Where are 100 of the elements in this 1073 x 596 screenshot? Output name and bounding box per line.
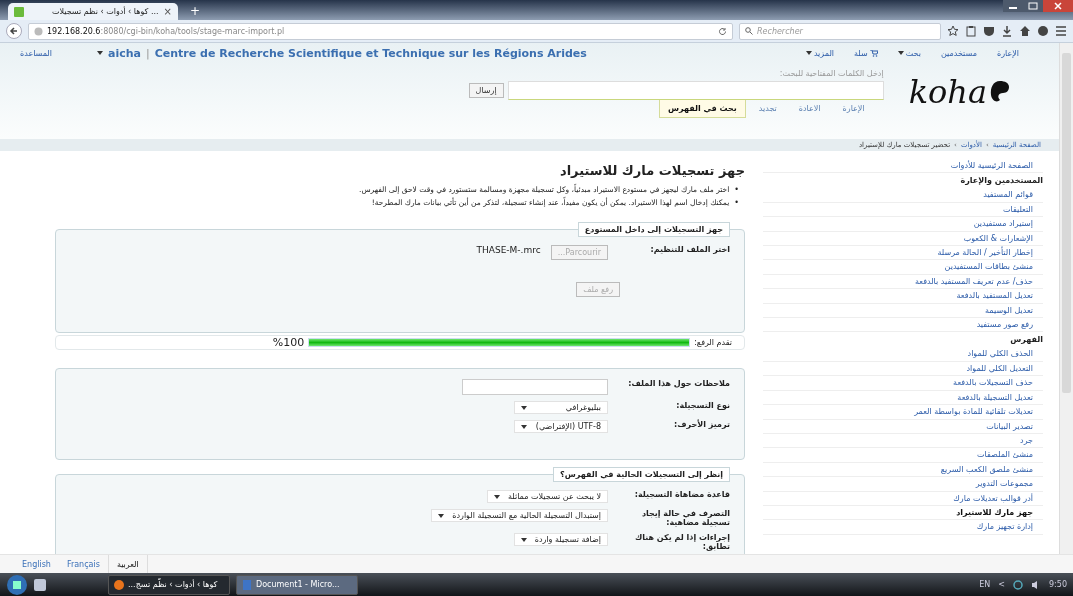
home-icon[interactable] (1019, 25, 1031, 37)
sidebar-link[interactable]: إدارة تجهيز مارك (763, 520, 1043, 535)
caret-icon (97, 51, 104, 55)
download-icon[interactable] (1001, 25, 1013, 37)
maximize-icon[interactable] (1023, 0, 1043, 12)
caret-icon (520, 537, 527, 542)
menu-icon[interactable] (1055, 25, 1067, 37)
dropdown[interactable]: ببليوغرافي (514, 401, 608, 414)
nav-link[interactable]: الإعارة (996, 48, 1019, 58)
caret-icon (521, 424, 527, 429)
sidebar-link[interactable]: رفع صور مستفيد (763, 318, 1043, 333)
sidebar-link[interactable]: منشئ ملصق الكعب السريع (763, 462, 1043, 478)
search-label: إدخل الكلمات المفتاحية للبحث: (778, 69, 884, 78)
sidebar-link[interactable]: حذف التسجيلات بالدفعة (763, 376, 1043, 391)
dropdown[interactable]: لا يبحث عن تسجيلات مماثلة (487, 490, 608, 503)
sidebar-link[interactable]: منشئ الملصقات (763, 448, 1043, 463)
nav-link[interactable]: مستخدمين (940, 48, 977, 58)
sidebar-link[interactable]: تعديل الوسيمة (763, 303, 1043, 319)
sidebar-link[interactable]: تعديل المستفيد بالدفعة (763, 289, 1043, 304)
field-label: إجراءات إذا لم يكن هناك تطابق: (633, 533, 730, 551)
back-icon[interactable] (6, 23, 22, 39)
search-tab[interactable]: الاعادة (789, 100, 830, 118)
pocket-icon[interactable] (983, 25, 995, 37)
caret-icon (438, 513, 445, 518)
sidebar-link[interactable]: قوائم المستفيد (763, 188, 1043, 203)
tray-toggle[interactable]: < (998, 580, 1006, 589)
field-label: اختر الملف للتنظيم: (649, 245, 730, 254)
bullet-marker: • (734, 197, 739, 209)
language-link[interactable]: Français (58, 555, 108, 573)
search-tab[interactable]: الإعارة (833, 100, 874, 118)
input-field[interactable] (462, 379, 608, 395)
sidebar-link[interactable]: حذف/ عدم تعريف المستفيد بالدفعة (763, 274, 1043, 290)
sidebar-link[interactable]: الإشعارات & الكعوب (763, 231, 1043, 247)
separator: | (146, 46, 150, 60)
panel-legend: جهز التسجيلات إلى داخل المستودع (577, 222, 730, 237)
sidebar-link[interactable]: جهز مارك للاستيراد (763, 505, 1043, 521)
sidebar-link[interactable]: الصفحة الرئيسية للأدوات (763, 159, 1043, 174)
page-title: جهز تسجيلات مارك للاستيراد (558, 163, 745, 178)
sidebar-link[interactable]: تعديلات تلقائية للمادة بواسطة العمر (763, 405, 1043, 420)
scrollbar-thumb[interactable] (1062, 53, 1071, 393)
bullet-marker: • (734, 184, 739, 196)
language-indicator[interactable]: EN (979, 580, 991, 589)
sidebar-link[interactable]: التعديل الكلي للمواد (763, 361, 1043, 377)
search-tab[interactable]: بحث في الفهرس (658, 100, 746, 118)
nav-link[interactable]: سلة (854, 48, 878, 58)
field-label: نوع التسجيلة: (675, 401, 730, 410)
sidebar-link[interactable]: التعليقات (763, 202, 1043, 218)
sidebar-link[interactable]: منشئ بطاقات المستفيدين (763, 260, 1043, 275)
caret-icon (805, 51, 812, 55)
caret-icon (897, 51, 904, 55)
field-label: التصرف في حالة إيجاد تسجيلة مضاهية: (640, 509, 730, 527)
help-link[interactable]: المساعدة (20, 48, 53, 58)
sidebar-link[interactable]: تعديل التسجيلة بالدفعة (763, 390, 1043, 406)
document-icon (242, 579, 252, 590)
sidebar-heading: المستخدمين والإعارة (959, 175, 1043, 188)
dropdown[interactable]: UTF-8 (الإفتراضي) (514, 420, 608, 433)
scrollbar[interactable] (1059, 43, 1073, 554)
nav-link[interactable]: بحث (897, 48, 921, 58)
reload-icon[interactable] (718, 26, 727, 36)
caret-icon (521, 405, 527, 410)
clock[interactable]: 9:50 (1049, 580, 1067, 589)
language-link[interactable]: English (14, 555, 59, 573)
sidebar-link[interactable]: أدر قوالب تعديلات مارك (763, 491, 1043, 506)
library-name[interactable]: Centre de Recherche Scientifique et Technique sur les Régions Arides (154, 46, 587, 60)
firefox-icon (114, 579, 124, 590)
sidebar-link[interactable]: تصدير البيانات (763, 419, 1043, 434)
nav-link[interactable]: المزيد (805, 48, 835, 58)
taskbar-item[interactable]: Document1 - Micro... (236, 574, 358, 595)
sidebar-link[interactable]: إخطار التأخير / الحالة مرسلة (763, 246, 1043, 261)
start-button-icon[interactable] (6, 573, 28, 596)
search-icon (745, 27, 753, 35)
submit-button[interactable]: إرسال (468, 83, 504, 98)
url-text: 192.168.20.6:8080/cgi-bin/koha/tools/stage-marc-import.pl (47, 26, 285, 36)
sidebar-heading: الفهرس (1009, 334, 1043, 347)
url-field[interactable]: 192.168.20.6:8080/cgi-bin/koha/tools/stage-marc-import.pl (28, 22, 733, 40)
user-link[interactable]: aicha (108, 46, 141, 60)
sidebar-link[interactable]: جرد (763, 433, 1043, 449)
file-name: THASE-M-.mrc (476, 245, 541, 255)
search-tab[interactable]: تجديد (749, 100, 786, 118)
app-icon[interactable] (34, 578, 46, 591)
taskbar-item[interactable]: ...كوها › أدوات › نظّم تسج (108, 574, 230, 595)
tab-close-button[interactable]: × (163, 6, 172, 17)
favicon-icon (14, 6, 24, 17)
koha-logo[interactable]: koha (908, 73, 1011, 111)
catalog-search-field[interactable] (507, 81, 884, 100)
new-tab-button[interactable]: + (184, 4, 207, 18)
sidebar-link[interactable]: إستيراد مستفيدين (763, 217, 1043, 232)
cart-icon (869, 49, 878, 57)
field-label: ملاحظات حول هذا الملف: (627, 379, 730, 388)
clipboard-icon[interactable] (965, 25, 977, 37)
minimize-icon[interactable] (1003, 0, 1023, 12)
dropdown[interactable]: إضافة تسجيلة واردة (513, 533, 608, 546)
browser-tab[interactable]: ... كوها › أدوات › نظم تسجيلات × (8, 3, 178, 20)
dropdown[interactable]: إستبدال التسجيلة الحالية مع التسجيلة الواردة (431, 509, 608, 522)
progress-label: تقدم الرفع: (694, 338, 732, 347)
close-icon[interactable] (1043, 0, 1073, 12)
sidebar-link[interactable]: الحذف الكلي للمواد (763, 347, 1043, 362)
sidebar-link[interactable]: مجموعات التدوير (763, 477, 1043, 492)
star-icon[interactable] (947, 25, 959, 37)
caret-icon (494, 494, 500, 499)
